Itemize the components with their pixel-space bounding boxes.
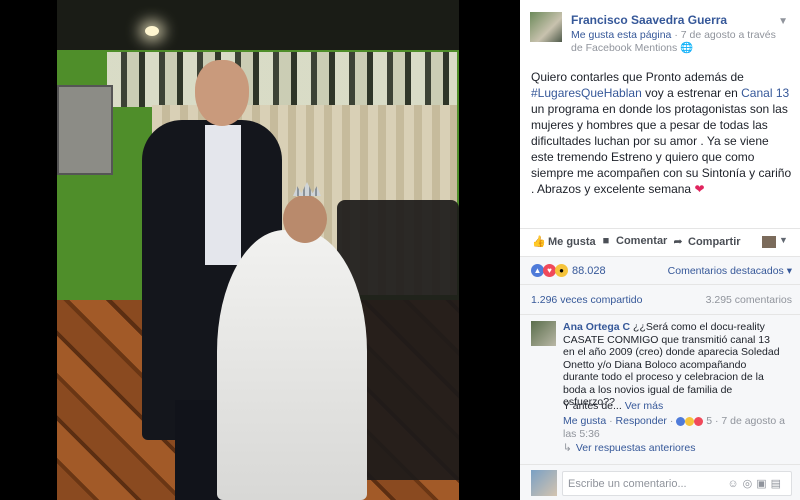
caret-down-icon[interactable]: ▼ [779,235,788,245]
globe-icon: 🌐 [680,42,694,54]
love-reaction-icon [694,416,704,426]
comment-label: Comentar [616,235,668,247]
photo-ceiling [57,0,459,55]
like-button[interactable]: 👍 Me gusta [532,235,596,248]
like-reaction-icon [676,416,686,426]
post-panel: Francisco Saavedra Guerra Me gusta esta … [520,0,800,500]
reactions-row: ▲ ♥ ● 88.028 Comentarios destacados ▾ [520,256,800,284]
comment-button[interactable]: ■ Comentar [600,235,668,247]
post-text-part: voy a estrenar en [641,86,742,100]
photo-bride-head [283,195,327,243]
thumbs-up-icon: 👍 [532,236,546,248]
photo-bride-dress [217,230,367,500]
share-icon: ➦ [673,236,683,248]
view-replies-link[interactable]: ↳ Ver respuestas anteriores [563,442,695,454]
comment-text: ¿¿Será como el docu-reality CASATE CONMI… [563,321,780,408]
commenter-avatar[interactable] [531,321,556,346]
my-avatar [531,470,557,496]
reply-arrow-icon: ↳ [563,442,572,454]
comment-placeholder: Escribe un comentario... [568,478,687,490]
comments-count[interactable]: 3.295 comentarios [706,294,792,306]
comment-reply-link[interactable]: Responder [616,415,667,427]
photo-man-shirt [205,125,241,265]
author-avatar[interactable] [530,12,562,42]
actor-avatar[interactable] [762,236,776,248]
chevron-down-icon[interactable]: ▼ [778,16,788,27]
post-text-part: Quiero contarles que Pronto además de [531,70,744,84]
channel-link[interactable]: Canal 13 [741,86,789,100]
see-more-link[interactable]: Ver más [625,400,664,412]
commenter-name[interactable]: Ana Ortega C [563,321,630,333]
haha-reaction-icon [685,416,695,426]
comment-more: Y antes de... Ver más [563,400,663,412]
comment-icon: ■ [602,235,610,247]
hashtag-link[interactable]: #LugaresQueHablan [531,86,642,100]
post-photo[interactable] [57,0,459,500]
post-header: Francisco Saavedra Guerra Me gusta esta … [530,10,792,56]
share-label: Compartir [688,236,741,248]
photo-man-head [195,60,249,126]
reactions-count[interactable]: 88.028 [572,265,606,277]
wow-reaction-icon[interactable]: ● [555,264,568,277]
share-button[interactable]: ➦ Compartir [672,235,741,248]
comment-list: Ana Ortega C ¿¿Será como el docu-reality… [520,314,800,464]
post-text: Quiero contarles que Pronto además de #L… [531,69,793,197]
post-text-part: un programa en donde los protagonistas s… [531,102,792,196]
view-replies-label: Ver respuestas anteriores [575,442,696,454]
featured-comments-dropdown[interactable]: Comentarios destacados ▾ [668,265,792,277]
composer-icons[interactable]: ☺◎▣▤ [727,477,785,490]
via-app: Facebook Mentions [585,42,678,54]
comment-body: Ana Ortega C ¿¿Será como el docu-reality… [563,321,783,409]
comment-meta: Me gusta · Responder · 5 · 7 de agosto a… [563,415,785,440]
photo-poster [57,85,113,175]
share-stats-row: 1.296 veces compartido 3.295 comentarios [520,284,800,314]
comment-more-prefix: Y antes de... [563,400,625,412]
photo-lamp [145,26,159,36]
comment-composer: Escribe un comentario... ☺◎▣▤ [520,464,800,500]
heart-icon: ❤ [694,182,705,196]
photo-viewer [0,0,520,500]
comment-input[interactable]: Escribe un comentario... ☺◎▣▤ [562,471,792,496]
comment-like-link[interactable]: Me gusta [563,415,606,427]
photo-valance [107,52,457,107]
post-actions: 👍 Me gusta ■ Comentar ➦ Compartir ▼ [520,228,800,254]
post-meta: Me gusta esta página · 7 de agosto a tra… [571,29,776,55]
like-page-link[interactable]: Me gusta esta página [571,29,671,41]
author-name[interactable]: Francisco Saavedra Guerra [571,13,727,27]
like-label: Me gusta [548,236,596,248]
shares-count[interactable]: 1.296 veces compartido [531,294,642,306]
